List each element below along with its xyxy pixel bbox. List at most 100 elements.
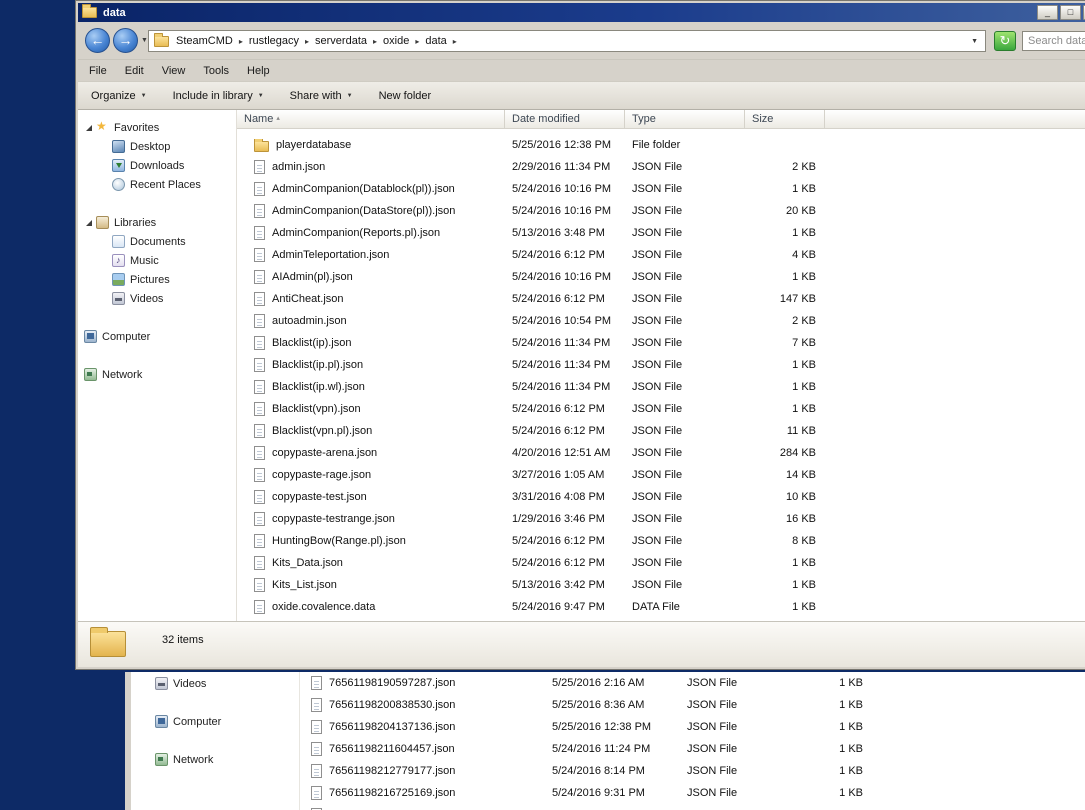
sidebar-item[interactable]: Desktop [78, 137, 236, 156]
sidebar-item[interactable]: Pictures [78, 270, 236, 289]
table-row[interactable]: 76561198204137136.json 5/25/2016 12:38 P… [305, 716, 1085, 738]
sidebar-item-label: Libraries [114, 216, 157, 229]
table-row[interactable]: AdminTeleportation.json 5/24/2016 6:12 P… [237, 244, 1085, 266]
file-icon [311, 698, 322, 712]
address-bar[interactable]: SteamCMD rustlegacy serverdata oxide dat… [148, 30, 986, 52]
menu-item[interactable]: View [153, 62, 195, 80]
breadcrumb-separator-icon[interactable] [415, 37, 419, 46]
background-file-list: 76561198190597287.json 5/25/2016 2:16 AM… [305, 672, 1085, 810]
sidebar-item[interactable]: Favorites [78, 118, 236, 137]
file-name: AIAdmin(pl).json [272, 271, 353, 283]
table-row[interactable]: 76561198200838530.json 5/25/2016 8:36 AM… [305, 694, 1085, 716]
table-row[interactable]: AdminCompanion(DataStore(pl)).json 5/24/… [237, 200, 1085, 222]
sidebar-item-icon [96, 216, 109, 229]
file-type: JSON File [632, 447, 683, 459]
sidebar-item[interactable]: Documents [78, 232, 236, 251]
table-row[interactable]: HuntingBow(Range.pl).json 5/24/2016 6:12… [237, 530, 1085, 552]
table-row[interactable]: 76561198216… 5/25/2016 1:25 AM JSON File… [305, 804, 1085, 810]
file-size: 1 KB [792, 183, 816, 195]
table-row[interactable]: Kits_List.json 5/13/2016 3:42 PM JSON Fi… [237, 574, 1085, 596]
forward-button[interactable]: → [113, 28, 138, 53]
table-row[interactable]: copypaste-testrange.json 1/29/2016 3:46 … [237, 508, 1085, 530]
file-name: copypaste-test.json [272, 491, 367, 503]
sidebar-item[interactable]: Computer [155, 712, 221, 731]
sidebar-item[interactable]: Network [78, 365, 236, 384]
table-row[interactable]: 76561198216725169.json 5/24/2016 9:31 PM… [305, 782, 1085, 804]
sidebar-item[interactable]: Recent Places [78, 175, 236, 194]
sidebar-item-icon [155, 715, 168, 728]
column-header[interactable]: Size [745, 110, 825, 128]
sidebar-item[interactable]: Computer [78, 327, 236, 346]
breadcrumb-item[interactable]: rustlegacy [246, 34, 302, 48]
toolbar-button[interactable]: Organize [91, 90, 147, 102]
minimize-button[interactable]: _ [1037, 5, 1058, 20]
file-type: JSON File [632, 337, 683, 349]
table-row[interactable]: AntiCheat.json 5/24/2016 6:12 PM JSON Fi… [237, 288, 1085, 310]
menu-item[interactable]: Tools [194, 62, 238, 80]
table-row[interactable]: AdminCompanion(Datablock(pl)).json 5/24/… [237, 178, 1085, 200]
breadcrumb-item[interactable]: data [422, 34, 449, 48]
sidebar-item-icon [112, 292, 125, 305]
sidebar-item[interactable]: Downloads [78, 156, 236, 175]
table-row[interactable]: Kits_Data.json 5/24/2016 6:12 PM JSON Fi… [237, 552, 1085, 574]
table-row[interactable]: 76561198190597287.json 5/25/2016 2:16 AM… [305, 672, 1085, 694]
background-explorer-window: Videos Computer Network 7656119819059728… [125, 672, 1085, 810]
sidebar-item[interactable]: Network [155, 750, 221, 769]
sidebar-item[interactable]: Videos [155, 674, 221, 693]
table-row[interactable]: Blacklist(vpn).json 5/24/2016 6:12 PM JS… [237, 398, 1085, 420]
file-date-modified: 5/24/2016 11:34 PM [512, 381, 611, 393]
column-header[interactable]: Type [625, 110, 745, 128]
address-dropdown-icon[interactable] [971, 38, 981, 45]
file-size: 284 KB [779, 447, 816, 459]
expander-icon[interactable] [86, 124, 92, 131]
menu-item-label: Tools [203, 64, 230, 77]
breadcrumb-separator-icon[interactable] [305, 37, 309, 46]
toolbar-button-label: New folder [378, 89, 432, 102]
toolbar-button[interactable]: Include in library [173, 90, 264, 102]
table-row[interactable]: copypaste-test.json 3/31/2016 4:08 PM JS… [237, 486, 1085, 508]
table-row[interactable]: AdminCompanion(Reports.pl).json 5/13/201… [237, 222, 1085, 244]
refresh-button[interactable]: ↻ [994, 31, 1016, 51]
table-row[interactable]: Blacklist(ip).json 5/24/2016 11:34 PM JS… [237, 332, 1085, 354]
sidebar-item[interactable]: Libraries [78, 213, 236, 232]
file-name-cell: AdminTeleportation.json [237, 248, 505, 262]
toolbar-button[interactable]: New folder [379, 90, 432, 102]
menu-item[interactable]: Help [238, 62, 279, 80]
menu-item[interactable]: Edit [116, 62, 153, 80]
table-row[interactable]: Blacklist(ip.pl).json 5/24/2016 11:34 PM… [237, 354, 1085, 376]
breadcrumb-separator-icon[interactable] [239, 37, 243, 46]
table-row[interactable]: playerdatabase 5/25/2016 12:38 PM File f… [237, 134, 1085, 156]
breadcrumb-item[interactable]: SteamCMD [173, 34, 236, 48]
table-row[interactable]: copypaste-rage.json 3/27/2016 1:05 AM JS… [237, 464, 1085, 486]
column-header[interactable] [825, 110, 1085, 128]
column-header[interactable]: Date modified [505, 110, 625, 128]
table-row[interactable]: 76561198212779177.json 5/24/2016 8:14 PM… [305, 760, 1085, 782]
table-row[interactable]: Blacklist(vpn.pl).json 5/24/2016 6:12 PM… [237, 420, 1085, 442]
table-row[interactable]: autoadmin.json 5/24/2016 10:54 PM JSON F… [237, 310, 1085, 332]
menu-item[interactable]: File [80, 62, 116, 80]
table-row[interactable]: oxide.covalence.data 5/24/2016 9:47 PM D… [237, 596, 1085, 618]
table-row[interactable]: Blacklist(ip.wl).json 5/24/2016 11:34 PM… [237, 376, 1085, 398]
breadcrumb-item[interactable]: oxide [380, 34, 412, 48]
table-row[interactable]: 76561198211604457.json 5/24/2016 11:24 P… [305, 738, 1085, 760]
sidebar-item-icon [155, 677, 168, 690]
expander-icon[interactable] [86, 219, 92, 226]
sidebar-item[interactable]: Music [78, 251, 236, 270]
table-row[interactable]: AIAdmin(pl).json 5/24/2016 10:16 PM JSON… [237, 266, 1085, 288]
column-header-label: Type [632, 113, 656, 125]
recent-pages-dropdown-icon[interactable] [141, 37, 148, 44]
search-input[interactable] [1023, 32, 1085, 50]
window-content: Favorites Desktop Downloads [78, 110, 1085, 621]
table-row[interactable]: admin.json 2/29/2016 11:34 PM JSON File … [237, 156, 1085, 178]
maximize-button[interactable]: □ [1060, 5, 1081, 20]
file-type: JSON File [632, 315, 683, 327]
breadcrumb-separator-icon[interactable] [453, 37, 457, 46]
back-button[interactable]: ← [85, 28, 110, 53]
table-row[interactable]: copypaste-arena.json 4/20/2016 12:51 AM … [237, 442, 1085, 464]
sidebar-item-label: Pictures [130, 273, 170, 286]
column-header[interactable]: Name [237, 110, 505, 128]
sidebar-item[interactable]: Videos [78, 289, 236, 308]
breadcrumb-separator-icon[interactable] [373, 37, 377, 46]
toolbar-button[interactable]: Share with [290, 90, 353, 102]
breadcrumb-item[interactable]: serverdata [312, 34, 370, 48]
